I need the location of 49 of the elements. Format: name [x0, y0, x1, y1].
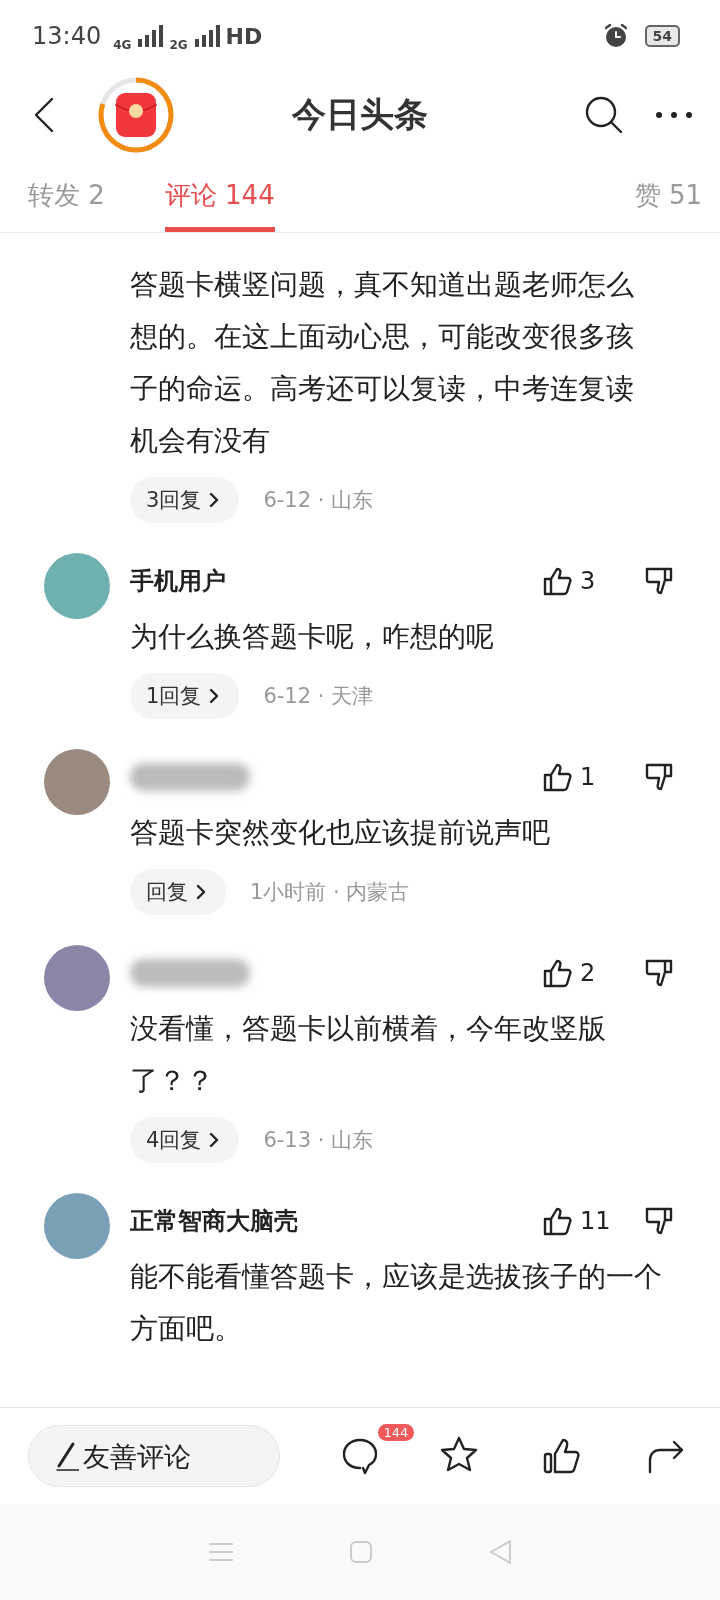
user-name[interactable]: 手机用户	[130, 565, 226, 597]
comment-meta: 6-12 · 山东	[263, 487, 374, 514]
pencil-icon	[53, 1440, 79, 1472]
thumbs-up-icon[interactable]	[542, 958, 572, 988]
thumbs-up-icon[interactable]	[542, 1206, 572, 1236]
comment-text: 为什么换答题卡呢，咋想的呢	[130, 619, 495, 655]
thumbs-down-icon[interactable]	[644, 762, 674, 792]
comment-input[interactable]: 友善评论	[81, 1439, 265, 1473]
tab[interactable]: 评论 144	[164, 158, 275, 232]
replies-button[interactable]: 回复	[130, 869, 226, 915]
chevron-icon	[209, 1132, 220, 1148]
replies-button[interactable]: 1回复	[130, 673, 240, 719]
comment-text: 答题卡横竖问题，真不知道出题老师怎么想的。在这上面动心思，可能改变很多孩子的命运。高考还可以复读，中考连复读机会有没有	[130, 267, 635, 459]
comment-text: 答题卡突然变化也应该提前说声吧	[130, 815, 551, 851]
chevron-icon	[196, 884, 206, 900]
like-count: 2	[580, 959, 596, 987]
comment-text: 能不能看懂答题卡，应该是选拔孩子的一个方面吧。	[130, 1259, 663, 1347]
signal-icon	[137, 25, 164, 47]
replies-button[interactable]: 3回复	[130, 477, 240, 523]
comment-meta: 1小时前 · 内蒙古	[250, 879, 410, 906]
hd-label: HD	[225, 23, 263, 49]
alarm-icon	[602, 23, 629, 49]
count-badge: 144	[377, 1424, 415, 1441]
envelope-icon[interactable]	[96, 75, 176, 155]
comment-field[interactable]: 友善评论	[28, 1425, 280, 1487]
user-name[interactable]: 正常智商大脑壳	[130, 1205, 298, 1237]
thumbs-up-icon[interactable]	[542, 762, 572, 792]
like-count: 3	[580, 567, 596, 595]
thumbs-down-icon[interactable]	[644, 1206, 674, 1236]
back-icon[interactable]	[32, 97, 56, 133]
more-icon[interactable]	[654, 110, 694, 120]
thumbs-up-icon[interactable]	[542, 566, 572, 596]
replies-button[interactable]: 4回复	[130, 1117, 240, 1163]
thumbs-down-icon[interactable]	[644, 958, 674, 988]
network-label: 4G	[113, 38, 132, 52]
comment-meta: 6-13 · 山东	[263, 1127, 374, 1154]
comment-text: 没看懂，答题卡以前横着，今年改竖版了？？	[130, 1011, 607, 1099]
like-count: 1	[580, 763, 596, 791]
battery-icon: 54	[644, 25, 680, 47]
chevron-icon	[209, 688, 220, 704]
search-icon[interactable]	[584, 95, 624, 135]
clock-time: 13:40	[32, 22, 102, 50]
like-count: 11	[580, 1207, 611, 1235]
network-label: 2G	[169, 38, 188, 52]
thumbs-down-icon[interactable]	[644, 566, 674, 596]
chevron-icon	[209, 492, 220, 508]
app-title: 今日头条	[291, 93, 429, 136]
comment-meta: 6-12 · 天津	[263, 683, 374, 710]
signal-icon	[193, 25, 220, 47]
